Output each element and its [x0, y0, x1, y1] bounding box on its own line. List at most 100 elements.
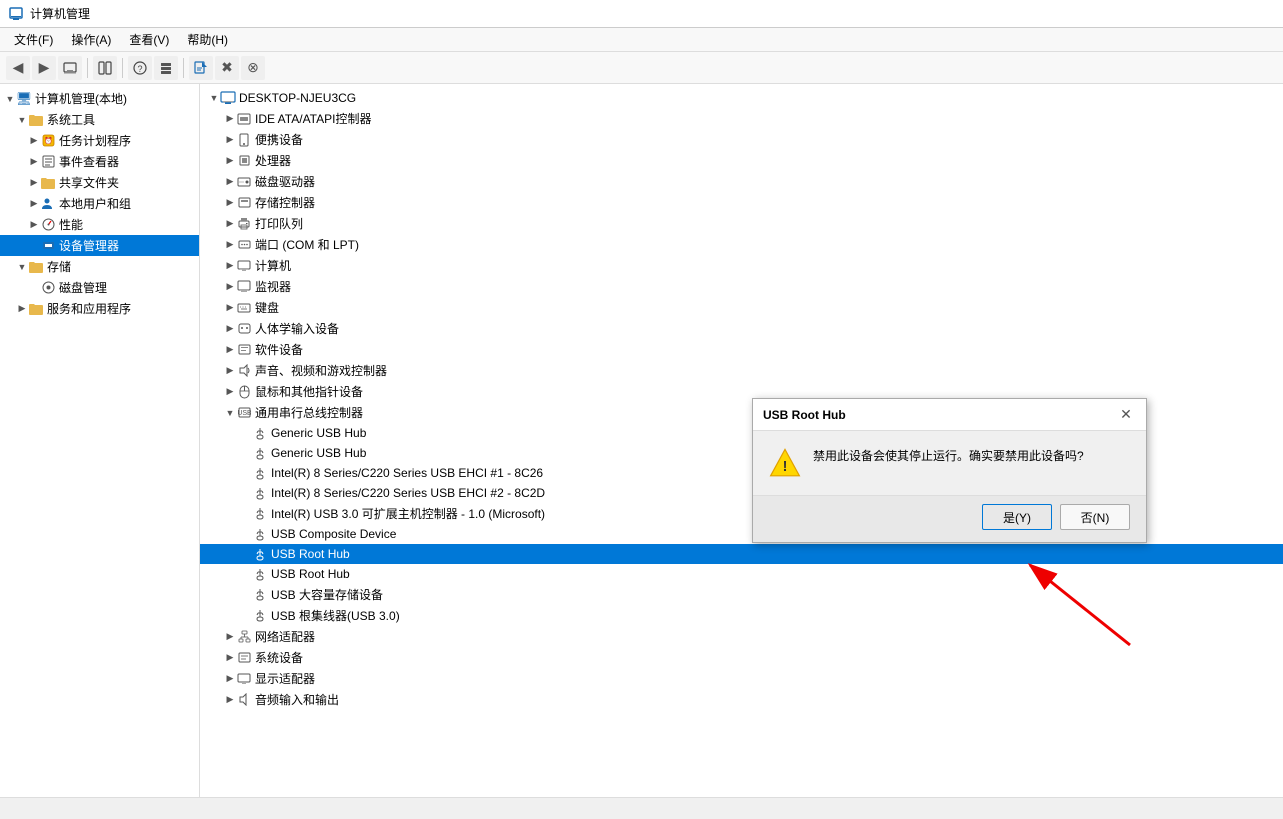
- portable-icon: [236, 132, 252, 148]
- device-tree-root[interactable]: ▼ DESKTOP-NJEU3CG: [200, 88, 1283, 108]
- sidebar-label: 服务和应用程序: [47, 300, 131, 317]
- usb-device-icon: [252, 566, 268, 582]
- menu-action[interactable]: 操作(A): [63, 29, 119, 50]
- sidebar-item-services-apps[interactable]: ▶ 服务和应用程序: [0, 298, 199, 319]
- arrow-icon: ▶: [224, 176, 236, 188]
- up-button[interactable]: [58, 56, 82, 80]
- warning-icon: !: [769, 447, 801, 479]
- device-com-lpt[interactable]: ▶ 端口 (COM 和 LPT): [200, 234, 1283, 255]
- dialog-message: 禁用此设备会使其停止运行。确实要禁用此设备吗?: [813, 447, 1084, 465]
- sidebar-item-shared-folders[interactable]: ▶ 共享文件夹: [0, 172, 199, 193]
- device-software[interactable]: ▶ 软件设备: [200, 339, 1283, 360]
- sidebar-item-computer-management[interactable]: ▼ 🖥 计算机管理(本地): [0, 88, 199, 109]
- device-usb-mass[interactable]: ▶ USB 大容量存储设备: [200, 584, 1283, 605]
- sidebar-item-task-scheduler[interactable]: ▶ ⏰ 任务计划程序: [0, 130, 199, 151]
- sidebar-item-local-users[interactable]: ▶ 本地用户和组: [0, 193, 199, 214]
- arrow-icon: ▶: [224, 365, 236, 377]
- device-usb-root-hub-1[interactable]: ▶ USB Root Hub: [200, 544, 1283, 564]
- device-printer[interactable]: ▶ 打印队列: [200, 213, 1283, 234]
- sidebar-label: 磁盘管理: [59, 279, 107, 296]
- arrow-icon: ▶: [224, 673, 236, 685]
- device-system[interactable]: ▶ 系统设备: [200, 647, 1283, 668]
- toolbar-sep-2: [122, 58, 123, 78]
- sidebar-item-storage[interactable]: ▼ 存储: [0, 256, 199, 277]
- device-disk[interactable]: ▶ 磁盘驱动器: [200, 171, 1283, 192]
- usb-device-icon: [252, 485, 268, 501]
- refresh-button[interactable]: ✖: [215, 56, 239, 80]
- arrow-icon: ▶: [28, 219, 40, 231]
- storage-icon: [28, 259, 44, 275]
- title-bar-text: 计算机管理: [30, 5, 90, 22]
- device-processor[interactable]: ▶ 处理器: [200, 150, 1283, 171]
- arrow-icon: ▶: [240, 447, 252, 459]
- event-icon: [40, 154, 56, 170]
- sidebar: ▼ 🖥 计算机管理(本地) ▼ 系统工具 ▶ ⏰ 任务计划程序 ▶ 事: [0, 84, 200, 797]
- sidebar-item-performance[interactable]: ▶ 性能: [0, 214, 199, 235]
- device-monitor[interactable]: ▶ 监视器: [200, 276, 1283, 297]
- printer-icon: [236, 216, 252, 232]
- view-button[interactable]: [154, 56, 178, 80]
- arrow-icon: ▶: [224, 281, 236, 293]
- network-icon: [236, 629, 252, 645]
- computer-icon: [220, 90, 236, 106]
- arrow-icon: ▼: [4, 93, 16, 105]
- dialog-yes-button[interactable]: 是(Y): [982, 504, 1052, 530]
- sidebar-item-event-viewer[interactable]: ▶ 事件查看器: [0, 151, 199, 172]
- comp-icon: [236, 258, 252, 274]
- device-ide[interactable]: ▶ IDE ATA/ATAPI控制器: [200, 108, 1283, 129]
- dialog-close-button[interactable]: ✕: [1116, 405, 1136, 425]
- device-computer[interactable]: ▶ 计算机: [200, 255, 1283, 276]
- svg-text:!: !: [783, 459, 788, 475]
- toolbar-sep-3: [183, 58, 184, 78]
- device-hid[interactable]: ▶ 人体学输入设备: [200, 318, 1283, 339]
- app-icon: [8, 6, 24, 22]
- sidebar-item-disk-management[interactable]: 磁盘管理: [0, 277, 199, 298]
- device-usb-root-hub-3[interactable]: ▶ USB 根集线器(USB 3.0): [200, 605, 1283, 626]
- sidebar-label: 性能: [59, 216, 83, 233]
- usb-device-icon: [252, 587, 268, 603]
- arrow-icon: ▶: [224, 113, 236, 125]
- device-usb-root-hub-2[interactable]: ▶ USB Root Hub: [200, 564, 1283, 584]
- device-sound[interactable]: ▶ 声音、视频和游戏控制器: [200, 360, 1283, 381]
- help-button[interactable]: ?: [128, 56, 152, 80]
- arrow-icon: ▶: [28, 156, 40, 168]
- cancel-button[interactable]: ⊗: [241, 56, 265, 80]
- dialog-no-button[interactable]: 否(N): [1060, 504, 1130, 530]
- usb-device-icon: [252, 608, 268, 624]
- showhide-tree-button[interactable]: [93, 56, 117, 80]
- device-portable[interactable]: ▶ 便携设备: [200, 129, 1283, 150]
- device-network[interactable]: ▶ 网络适配器: [200, 626, 1283, 647]
- export-button[interactable]: [189, 56, 213, 80]
- menu-help[interactable]: 帮助(H): [179, 29, 236, 50]
- back-button[interactable]: ◀: [6, 56, 30, 80]
- menu-file[interactable]: 文件(F): [6, 29, 61, 50]
- sidebar-label: 任务计划程序: [59, 132, 131, 149]
- forward-button[interactable]: ▶: [32, 56, 56, 80]
- processor-icon: [236, 153, 252, 169]
- device-manager-icon: [40, 238, 56, 254]
- system-icon: [236, 650, 252, 666]
- device-storage-ctrl[interactable]: ▶ 存储控制器: [200, 192, 1283, 213]
- arrow-icon: ▶: [240, 427, 252, 439]
- arrow-icon: [28, 240, 40, 252]
- device-audio[interactable]: ▶ 音频输入和输出: [200, 689, 1283, 710]
- arrow-icon: ▶: [28, 177, 40, 189]
- sidebar-item-system-tools[interactable]: ▼ 系统工具: [0, 109, 199, 130]
- menu-view[interactable]: 查看(V): [121, 29, 177, 50]
- arrow-icon: ▶: [240, 568, 252, 580]
- arrow-icon: ▶: [224, 197, 236, 209]
- arrow-icon: ▶: [240, 467, 252, 479]
- svg-text:USB: USB: [238, 410, 251, 417]
- device-keyboard[interactable]: ▶ 键盘: [200, 297, 1283, 318]
- dialog-title-bar: USB Root Hub ✕: [753, 399, 1146, 431]
- device-display[interactable]: ▶ 显示适配器: [200, 668, 1283, 689]
- sidebar-item-device-manager[interactable]: 设备管理器: [0, 235, 199, 256]
- disk-icon: [40, 280, 56, 296]
- arrow-icon: [28, 282, 40, 294]
- computer-icon: 🖥: [16, 91, 32, 107]
- arrow-icon: ▶: [224, 652, 236, 664]
- arrow-icon: ▶: [240, 610, 252, 622]
- arrow-icon: ▶: [240, 487, 252, 499]
- usb-root-hub-dialog: USB Root Hub ✕ ! 禁用此设备会使其停止运行。确实要禁用此设备吗?…: [752, 398, 1147, 543]
- usb-device-icon: [252, 445, 268, 461]
